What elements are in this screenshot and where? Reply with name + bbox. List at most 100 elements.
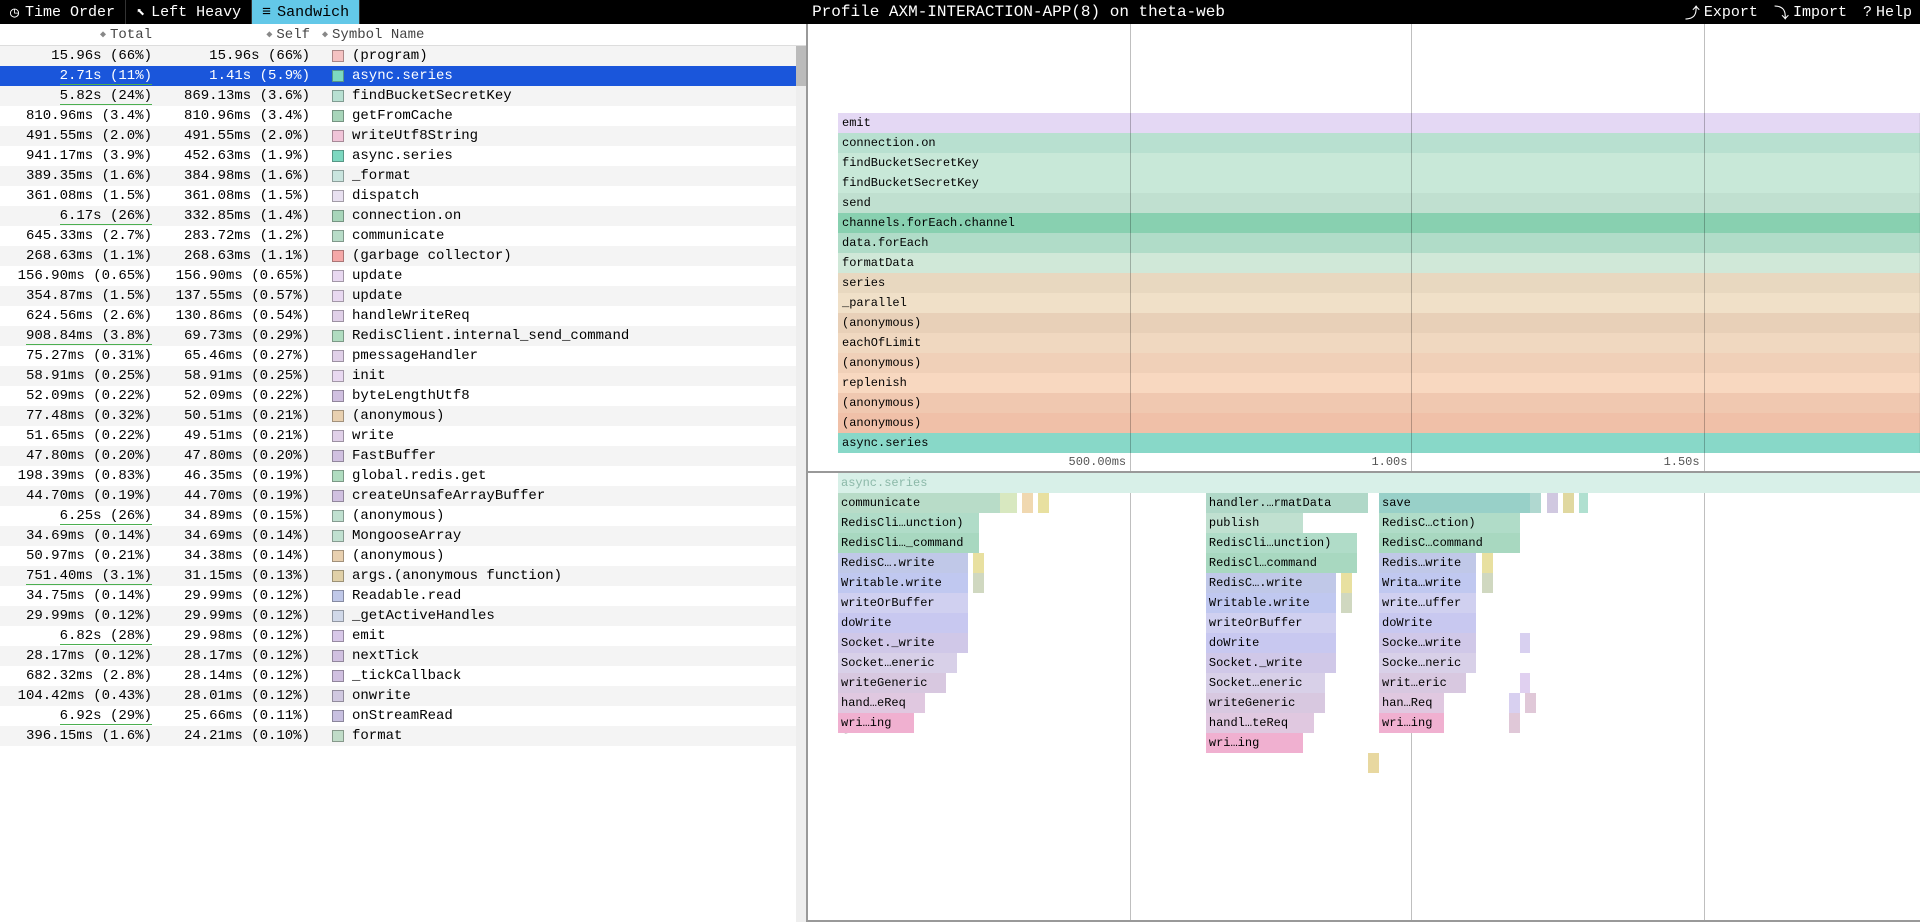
table-row[interactable]: 645.33ms (2.7%)283.72ms (1.2%)communicat… xyxy=(0,226,806,246)
scrollbar[interactable] xyxy=(796,46,806,922)
flame-bar[interactable]: writeGeneric xyxy=(1206,693,1325,713)
table-row[interactable]: 941.17ms (3.9%)452.63ms (1.9%)async.seri… xyxy=(0,146,806,166)
table-row[interactable]: 361.08ms (1.5%)361.08ms (1.5%)dispatch xyxy=(0,186,806,206)
import-button[interactable]: ⤵Import xyxy=(1766,0,1855,24)
flame-bar[interactable]: findBucketSecretKey xyxy=(838,153,1920,173)
flame-bar[interactable] xyxy=(1022,493,1033,513)
table-row[interactable]: 6.25s (26%)34.89ms (0.15%)(anonymous) xyxy=(0,506,806,526)
flame-bar[interactable]: (anonymous) xyxy=(838,353,1920,373)
flame-bar[interactable]: communicate xyxy=(838,493,1000,513)
table-row[interactable]: 6.92s (29%)25.66ms (0.11%)onStreamRead xyxy=(0,706,806,726)
flame-bar[interactable] xyxy=(1509,713,1520,733)
flame-bar[interactable]: channels.forEach.channel xyxy=(838,213,1920,233)
table-row[interactable]: 810.96ms (3.4%)810.96ms (3.4%)getFromCac… xyxy=(0,106,806,126)
flame-bar[interactable]: doWrite xyxy=(838,613,968,633)
caller-row[interactable]: series xyxy=(838,273,1920,293)
caller-row[interactable]: findBucketSecretKey xyxy=(838,173,1920,193)
flame-bar[interactable] xyxy=(1579,493,1588,513)
help-button[interactable]: ?Help xyxy=(1855,0,1920,24)
flame-bar[interactable]: _parallel xyxy=(838,293,1920,313)
flame-bar[interactable]: wri…ing xyxy=(1206,733,1303,753)
flame-bar[interactable] xyxy=(1368,753,1379,773)
flame-bar[interactable]: Socke…neric xyxy=(1379,653,1476,673)
callee-row[interactable]: writeOrBufferWritable.writewrite…uffer xyxy=(838,593,1920,613)
flame-bar[interactable]: RedisCli…_command xyxy=(838,533,979,553)
flame-bar[interactable]: emit xyxy=(838,113,1920,133)
flame-bar[interactable]: RedisC….write xyxy=(1206,573,1336,593)
column-self[interactable]: ◆Self xyxy=(158,27,316,43)
flame-bar[interactable] xyxy=(1038,493,1049,513)
table-row[interactable]: 682.32ms (2.8%)28.14ms (0.12%)_tickCallb… xyxy=(0,666,806,686)
flame-bar[interactable]: (anonymous) xyxy=(838,413,1920,433)
table-row[interactable]: 908.84ms (3.8%)69.73ms (0.29%)RedisClien… xyxy=(0,326,806,346)
callee-row[interactable] xyxy=(838,753,1920,773)
flame-bar[interactable]: writeGeneric xyxy=(838,673,946,693)
caller-row[interactable]: (anonymous) xyxy=(838,413,1920,433)
flame-bar[interactable]: Socket…eneric xyxy=(1206,673,1325,693)
flame-bar[interactable]: write…uffer xyxy=(1379,593,1476,613)
flame-bar[interactable]: RedisC…ction) xyxy=(1379,513,1520,533)
flame-bar[interactable]: doWrite xyxy=(1379,613,1476,633)
flame-bar[interactable] xyxy=(1525,693,1536,713)
table-row[interactable]: 156.90ms (0.65%)156.90ms (0.65%)update xyxy=(0,266,806,286)
table-row[interactable]: 75.27ms (0.31%)65.46ms (0.27%)pmessageHa… xyxy=(0,346,806,366)
caller-row[interactable]: emit xyxy=(838,113,1920,133)
flame-bar[interactable] xyxy=(973,573,984,593)
flame-bar[interactable] xyxy=(1520,673,1531,693)
table-row[interactable]: 77.48ms (0.32%)50.51ms (0.21%)(anonymous… xyxy=(0,406,806,426)
table-row[interactable]: 751.40ms (3.1%)31.15ms (0.13%)args.(anon… xyxy=(0,566,806,586)
flame-bar[interactable]: wri…ing xyxy=(838,713,914,733)
callee-row[interactable]: doWritewriteOrBufferdoWrite xyxy=(838,613,1920,633)
flame-bar[interactable]: RedisC….write xyxy=(838,553,968,573)
column-symbol[interactable]: ◆Symbol Name xyxy=(316,27,806,43)
table-row[interactable]: 491.55ms (2.0%)491.55ms (2.0%)writeUtf8S… xyxy=(0,126,806,146)
flame-bar[interactable] xyxy=(1520,633,1531,653)
caller-row[interactable]: data.forEach xyxy=(838,233,1920,253)
flame-bar[interactable]: doWrite xyxy=(1206,633,1336,653)
flame-bar[interactable]: RedisCl…command xyxy=(1206,553,1357,573)
caller-row[interactable]: eachOfLimit xyxy=(838,333,1920,353)
table-row[interactable]: 396.15ms (1.6%)24.21ms (0.10%)format xyxy=(0,726,806,746)
flame-bar[interactable] xyxy=(1530,493,1541,513)
table-row[interactable]: 624.56ms (2.6%)130.86ms (0.54%)handleWri… xyxy=(0,306,806,326)
flame-bar[interactable]: (anonymous) xyxy=(838,393,1920,413)
caller-row[interactable]: replenish xyxy=(838,373,1920,393)
flame-bar[interactable] xyxy=(1563,493,1574,513)
flame-bar[interactable]: publish xyxy=(1206,513,1303,533)
callee-row[interactable]: Socket._writedoWriteSocke…write xyxy=(838,633,1920,653)
table-row[interactable]: 50.97ms (0.21%)34.38ms (0.14%)(anonymous… xyxy=(0,546,806,566)
flame-bar[interactable]: hand…eReq xyxy=(838,693,925,713)
flame-bar[interactable] xyxy=(1000,493,1016,513)
table-row[interactable]: 104.42ms (0.43%)28.01ms (0.12%)onwrite xyxy=(0,686,806,706)
caller-row[interactable]: formatData xyxy=(838,253,1920,273)
flame-bar[interactable]: replenish xyxy=(838,373,1920,393)
flame-bar[interactable]: Socke…write xyxy=(1379,633,1476,653)
flame-bar[interactable]: wri…ing xyxy=(1379,713,1444,733)
callee-row[interactable]: wri…ing xyxy=(838,733,1920,753)
flame-bar[interactable]: (anonymous) xyxy=(838,313,1920,333)
flame-bar[interactable]: data.forEach xyxy=(838,233,1920,253)
caller-row[interactable]: send xyxy=(838,193,1920,213)
table-row[interactable]: 15.96s (66%)15.96s (66%)(program) xyxy=(0,46,806,66)
flame-bar[interactable]: save xyxy=(1379,493,1530,513)
flame-bar[interactable]: Socket…eneric xyxy=(838,653,957,673)
table-row[interactable]: 389.35ms (1.6%)384.98ms (1.6%)_format xyxy=(0,166,806,186)
flame-bar[interactable]: handler.…rmatData xyxy=(1206,493,1368,513)
table-row[interactable]: 58.91ms (0.25%)58.91ms (0.25%)init xyxy=(0,366,806,386)
flame-bar[interactable]: RedisCli…unction) xyxy=(1206,533,1357,553)
flame-bar[interactable]: async.series xyxy=(838,433,1920,453)
tab-sandwich[interactable]: ≡Sandwich xyxy=(252,0,360,24)
table-row[interactable]: 47.80ms (0.20%)47.80ms (0.20%)FastBuffer xyxy=(0,446,806,466)
callee-row[interactable]: communicate handler.…rmatData save xyxy=(838,493,1920,513)
callees-section[interactable]: Callees 500.00ms1.00s1.50sasync.seriesco… xyxy=(808,473,1920,922)
flame-bar[interactable] xyxy=(1482,553,1493,573)
flame-bar[interactable] xyxy=(1509,693,1520,713)
table-row[interactable]: 6.17s (26%)332.85ms (1.4%)connection.on xyxy=(0,206,806,226)
table-row[interactable]: 34.75ms (0.14%)29.99ms (0.12%)Readable.r… xyxy=(0,586,806,606)
flame-bar[interactable]: Socket._write xyxy=(1206,653,1336,673)
flame-bar[interactable]: findBucketSecretKey xyxy=(838,173,1920,193)
flame-bar[interactable]: han…Req xyxy=(1379,693,1444,713)
callee-row[interactable]: async.series xyxy=(838,473,1920,493)
caller-row[interactable]: async.series xyxy=(838,433,1920,453)
flame-bar[interactable]: Writable.write xyxy=(838,573,968,593)
